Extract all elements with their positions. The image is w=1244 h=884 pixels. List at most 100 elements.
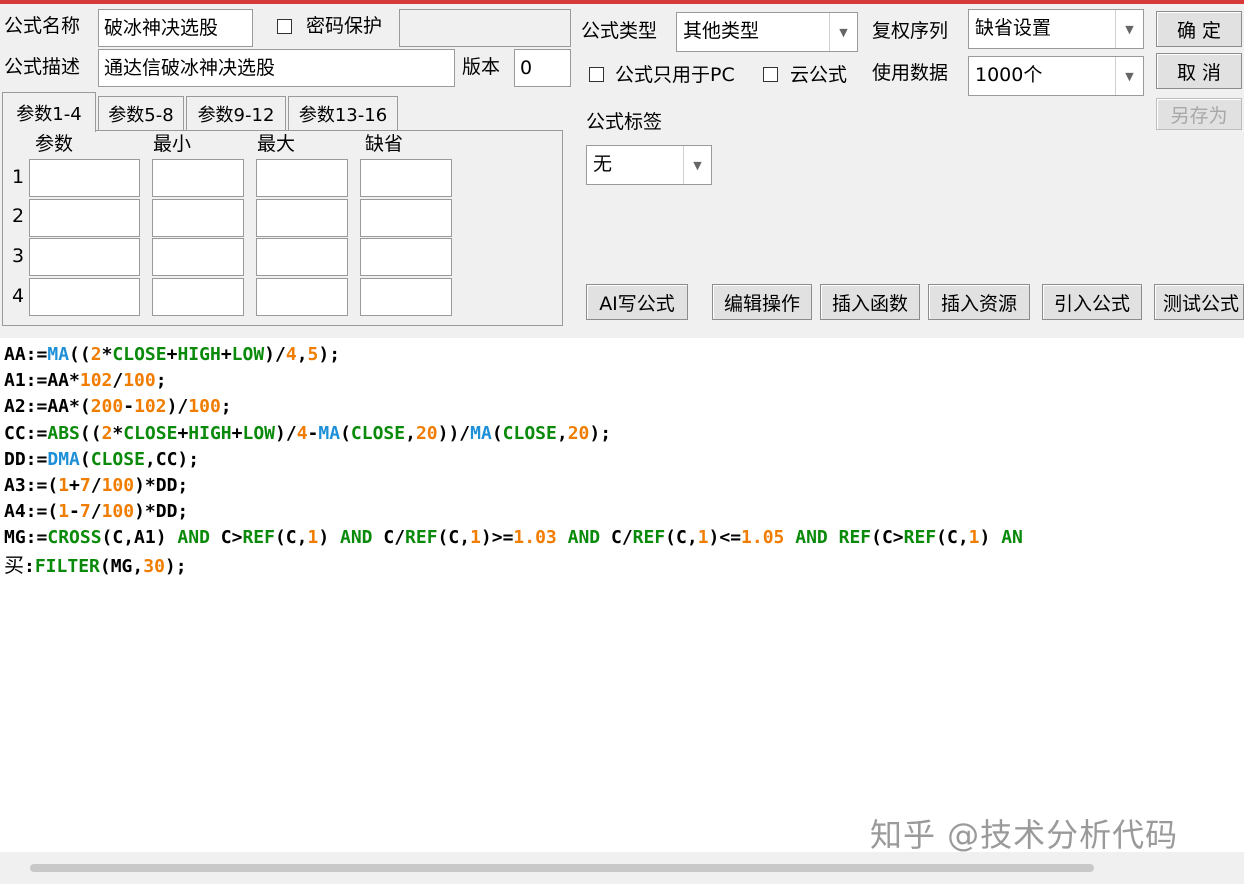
- use-data-select[interactable]: 1000个 ▼: [968, 56, 1144, 96]
- chevron-down-icon[interactable]: ▼: [1115, 10, 1143, 48]
- param-2-min-input[interactable]: [152, 199, 244, 237]
- param-row-number: 4: [12, 285, 25, 307]
- code-line[interactable]: A3:=(1+7/100)*DD;: [4, 473, 1023, 499]
- code-token: );: [164, 555, 187, 577]
- code-token: +: [231, 422, 243, 444]
- code-token: 1: [58, 474, 70, 496]
- rights-select[interactable]: 缺省设置 ▼: [968, 9, 1144, 49]
- code-token: );: [318, 344, 341, 365]
- chevron-down-icon[interactable]: ▼: [1115, 57, 1143, 95]
- param-1-name-input[interactable]: [29, 159, 140, 197]
- chevron-down-icon[interactable]: ▼: [829, 13, 857, 51]
- tab-params-1-4[interactable]: 参数1-4: [2, 92, 96, 132]
- code-line[interactable]: A2:=AA*(200-102)/100;: [4, 394, 1023, 420]
- code-token: -: [307, 422, 319, 444]
- code-token: 2: [90, 344, 102, 365]
- code-token: ((: [79, 422, 102, 444]
- chevron-down-icon[interactable]: ▼: [683, 146, 711, 184]
- formula-tag-label: 公式标签: [586, 111, 663, 133]
- code-token: (: [340, 422, 351, 444]
- param-4-min-input[interactable]: [152, 278, 244, 316]
- scrollbar-thumb[interactable]: [30, 864, 1094, 872]
- param-row-number: 1: [12, 166, 25, 188]
- code-token: MA: [318, 422, 341, 444]
- param-header-default: 缺省: [365, 133, 404, 155]
- edit-ops-button[interactable]: 编辑操作: [712, 284, 812, 320]
- password-label: 密码保护: [306, 15, 383, 37]
- test-formula-button[interactable]: 测试公式: [1154, 284, 1244, 320]
- save-as-button[interactable]: 另存为: [1156, 98, 1242, 130]
- code-token: A1:=AA*: [4, 370, 80, 392]
- code-token: 100: [188, 396, 221, 418]
- code-token: C/: [600, 527, 633, 549]
- param-2-default-input[interactable]: [360, 199, 452, 237]
- code-token: ,: [556, 422, 568, 444]
- code-token: (C,: [437, 527, 471, 549]
- ai-formula-button[interactable]: AI写公式: [586, 284, 688, 320]
- code-token: ))/: [437, 422, 471, 444]
- code-token: A2:=AA*(: [4, 396, 91, 418]
- code-token: 1: [307, 527, 319, 549]
- code-token: 20: [567, 422, 590, 444]
- code-token: REF: [838, 527, 872, 549]
- param-1-default-input[interactable]: [360, 159, 452, 197]
- code-token: MA: [47, 344, 70, 365]
- param-3-max-input[interactable]: [256, 238, 348, 276]
- code-token: CLOSE: [90, 448, 145, 470]
- insert-resource-button[interactable]: 插入资源: [928, 284, 1030, 320]
- code-token: AND: [567, 527, 601, 549]
- code-line[interactable]: AA:=MA((2*CLOSE+HIGH+LOW)/4,5);: [4, 342, 1023, 368]
- password-checkbox[interactable]: [277, 19, 292, 34]
- formula-type-label: 公式类型: [581, 20, 658, 42]
- pc-only-label: 公式只用于PC: [615, 64, 735, 86]
- code-token: 20: [415, 422, 438, 444]
- code-token: C/: [372, 527, 406, 549]
- code-line[interactable]: 买:FILTER(MG,30);: [4, 552, 1023, 578]
- formula-name-input[interactable]: 破冰神决选股: [98, 9, 253, 47]
- ok-button[interactable]: 确 定: [1156, 11, 1242, 47]
- cloud-checkbox[interactable]: [763, 67, 778, 82]
- tab-params-9-12[interactable]: 参数9-12: [186, 96, 286, 130]
- code-token: HIGH: [188, 422, 232, 444]
- formula-tag-select[interactable]: 无 ▼: [586, 145, 712, 185]
- param-3-name-input[interactable]: [29, 238, 140, 276]
- code-line[interactable]: MG:=CROSS(C,A1) AND C>REF(C,1) AND C/REF…: [4, 525, 1023, 551]
- use-data-label: 使用数据: [872, 62, 949, 84]
- param-4-default-input[interactable]: [360, 278, 452, 316]
- horizontal-scrollbar[interactable]: [0, 852, 1244, 884]
- code-token: AN: [1001, 527, 1023, 549]
- code-line[interactable]: DD:=DMA(CLOSE,CC);: [4, 447, 1023, 473]
- formula-desc-input[interactable]: 通达信破冰神决选股: [98, 49, 455, 87]
- param-row-number: 2: [12, 205, 25, 227]
- param-4-name-input[interactable]: [29, 278, 140, 316]
- insert-function-button[interactable]: 插入函数: [820, 284, 920, 320]
- password-input[interactable]: [399, 9, 571, 47]
- code-token: REF: [242, 527, 275, 549]
- param-3-default-input[interactable]: [360, 238, 452, 276]
- code-token: 100: [101, 501, 135, 523]
- code-line[interactable]: A1:=AA*102/100;: [4, 368, 1023, 394]
- formula-type-select[interactable]: 其他类型 ▼: [676, 12, 858, 52]
- code-token: (: [491, 422, 503, 444]
- param-2-name-input[interactable]: [29, 199, 140, 237]
- code-line[interactable]: CC:=ABS((2*CLOSE+HIGH+LOW)/4-MA(CLOSE,20…: [4, 421, 1023, 447]
- param-1-max-input[interactable]: [256, 159, 348, 197]
- code-token: CC:=: [4, 422, 48, 444]
- code-token: ABS: [47, 422, 80, 444]
- code-token: 5: [307, 344, 319, 365]
- code-editor[interactable]: AA:=MA((2*CLOSE+HIGH+LOW)/4,5); A1:=AA*10…: [0, 338, 1244, 884]
- code-text[interactable]: AA:=MA((2*CLOSE+HIGH+LOW)/4,5); A1:=AA*10…: [4, 342, 1023, 578]
- code-token: )*DD;: [134, 501, 189, 523]
- code-token: 4: [296, 422, 308, 444]
- cancel-button[interactable]: 取 消: [1156, 53, 1242, 89]
- pc-only-checkbox[interactable]: [589, 67, 604, 82]
- tab-params-13-16[interactable]: 参数13-16: [288, 96, 398, 130]
- version-input[interactable]: 0: [514, 49, 571, 87]
- tab-params-5-8[interactable]: 参数5-8: [98, 96, 184, 130]
- import-formula-button[interactable]: 引入公式: [1042, 284, 1142, 320]
- param-3-min-input[interactable]: [152, 238, 244, 276]
- param-4-max-input[interactable]: [256, 278, 348, 316]
- param-1-min-input[interactable]: [152, 159, 244, 197]
- code-line[interactable]: A4:=(1-7/100)*DD;: [4, 499, 1023, 525]
- param-2-max-input[interactable]: [256, 199, 348, 237]
